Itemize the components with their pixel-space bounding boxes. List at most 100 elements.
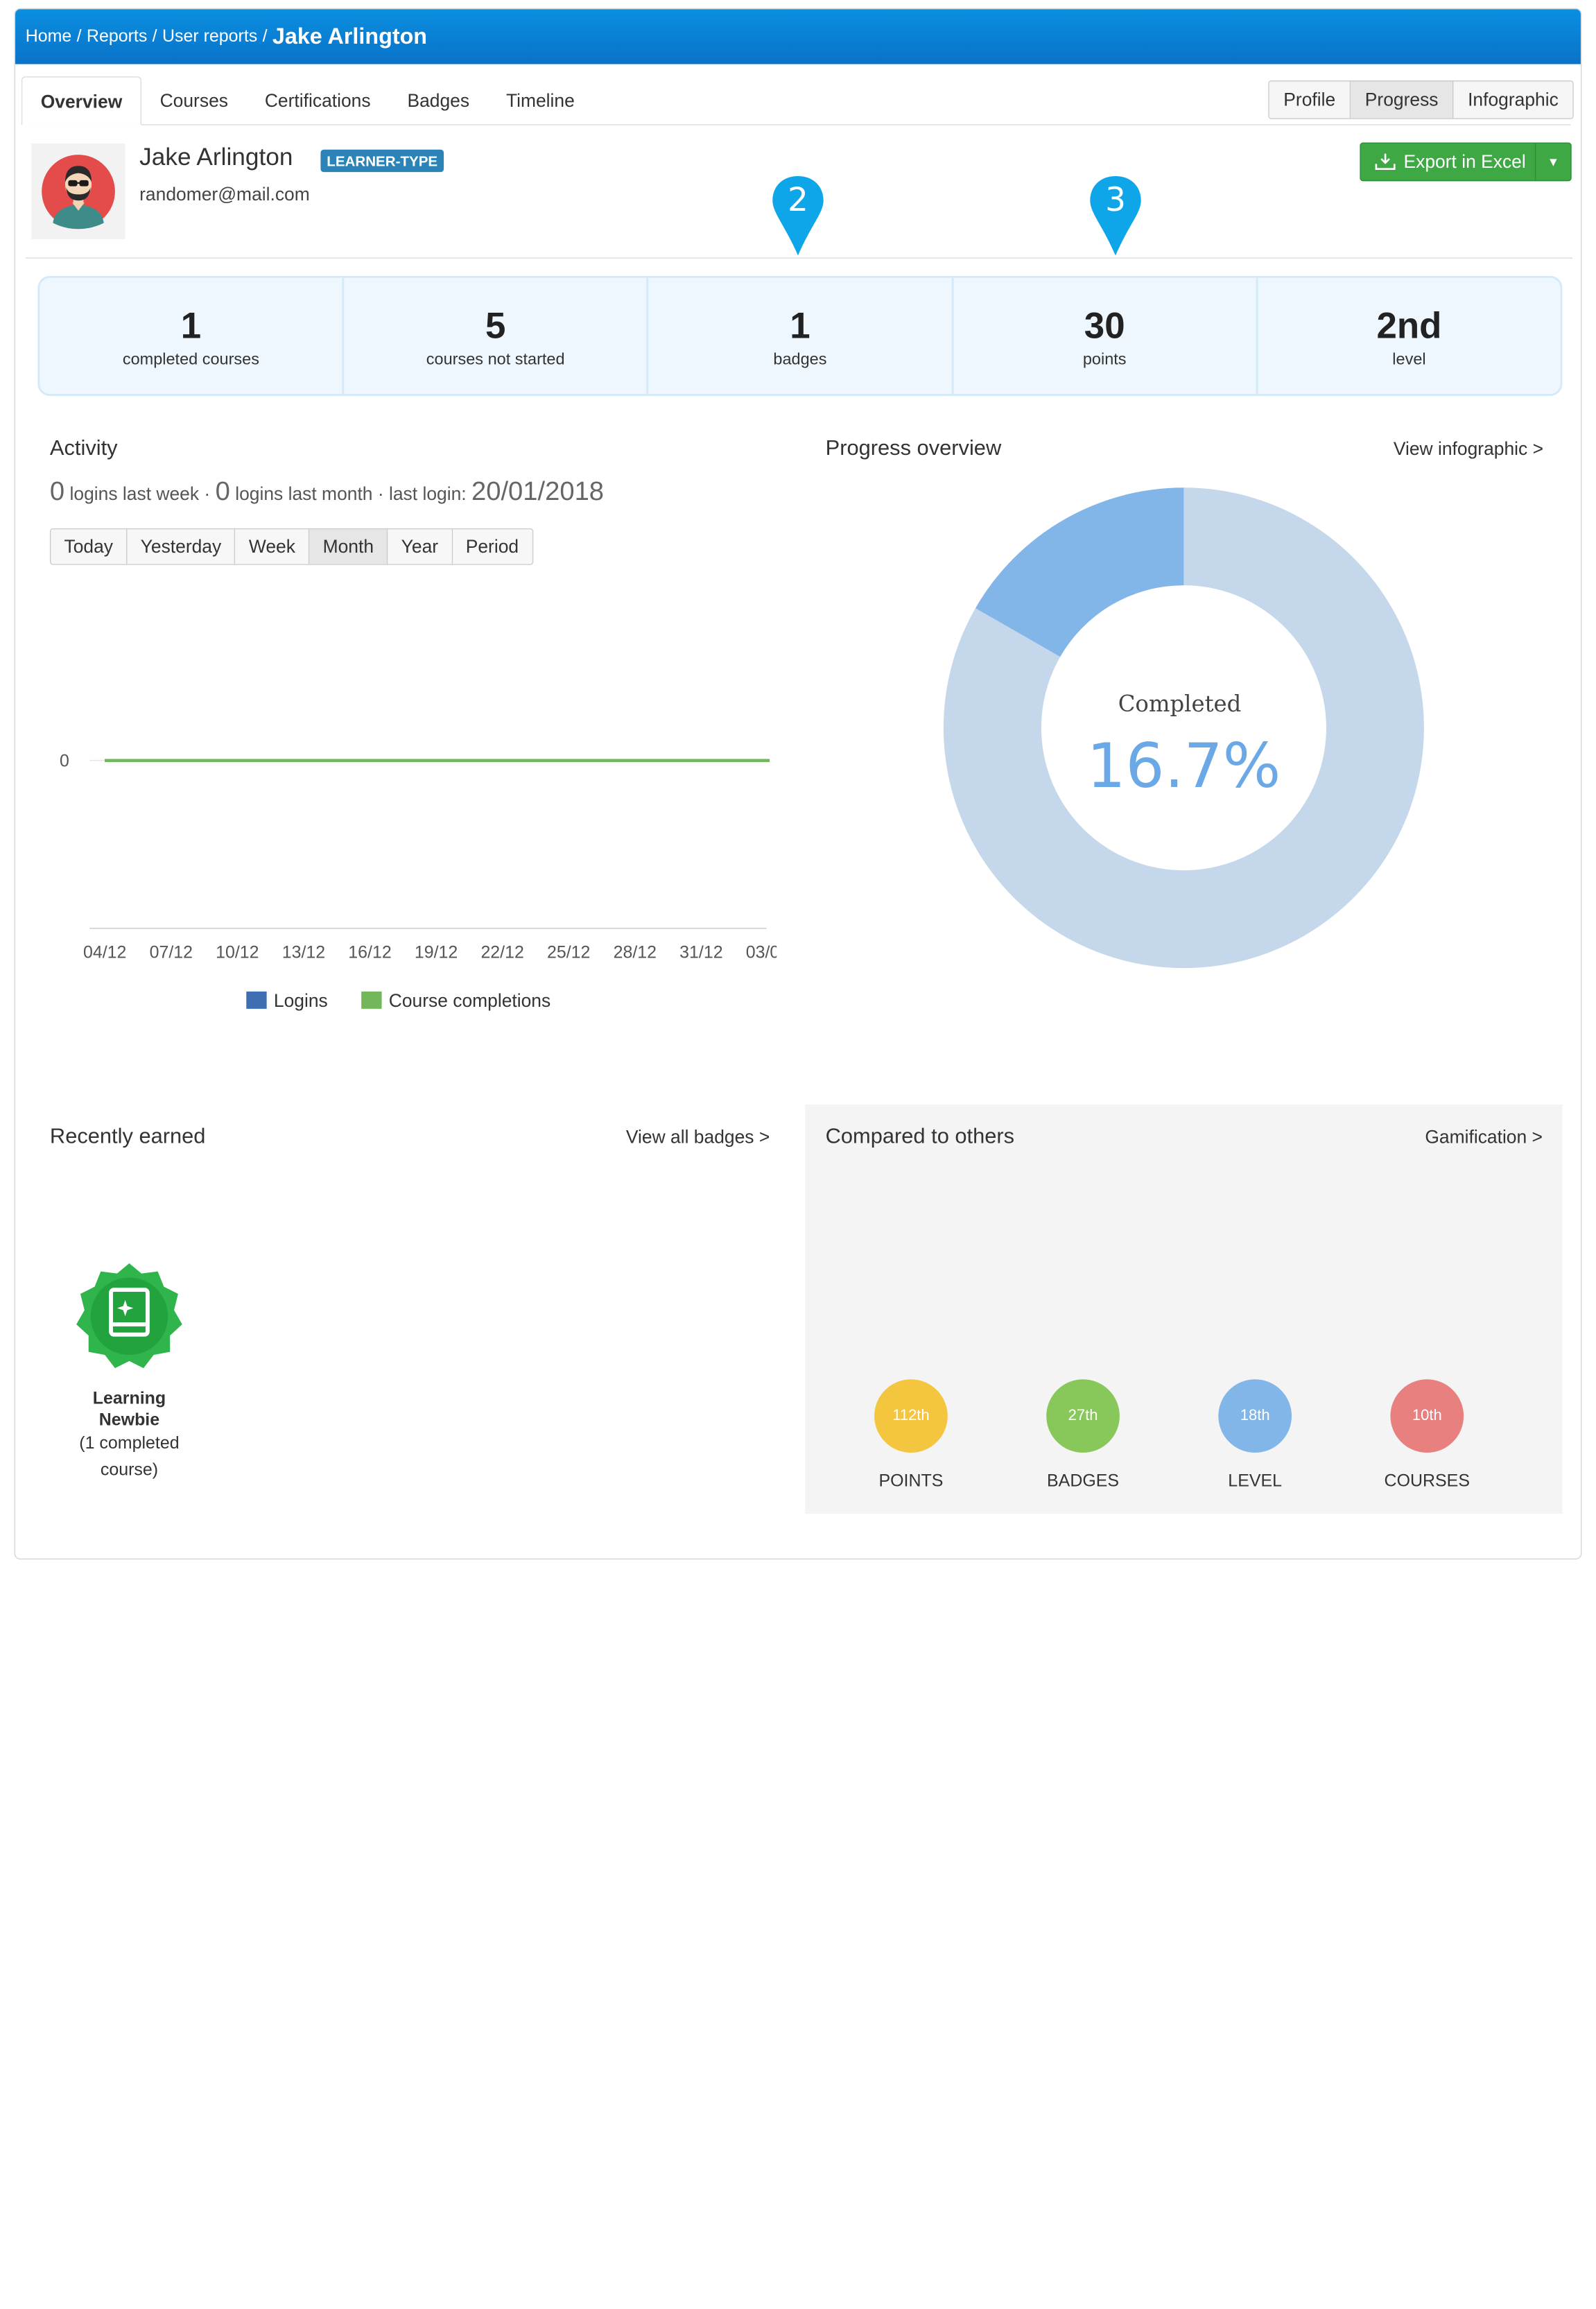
stat-value: 1 bbox=[180, 304, 202, 347]
export-excel-main[interactable]: Export in Excel bbox=[1361, 144, 1536, 180]
breadcrumb-separator: / bbox=[76, 26, 82, 46]
breadcrumb-reports[interactable]: Reports bbox=[87, 26, 147, 46]
marker-number: 3 bbox=[1105, 180, 1126, 219]
tab-certifications[interactable]: Certifications bbox=[246, 76, 389, 125]
tab-timeline[interactable]: Timeline bbox=[488, 76, 593, 125]
badge-learning-newbie[interactable]: Learning Newbie (1 completed course) bbox=[60, 1259, 199, 1483]
view-all-badges-link[interactable]: View all badges > bbox=[626, 1127, 770, 1148]
user-name: Jake Arlington bbox=[139, 144, 293, 171]
badge-name-line-2: Newbie bbox=[98, 1410, 160, 1430]
export-dropdown-toggle[interactable]: ▼ bbox=[1536, 155, 1570, 169]
rank-circle: 112th bbox=[874, 1379, 948, 1453]
breadcrumb-separator: / bbox=[262, 26, 268, 46]
legend-label-logins: Logins bbox=[274, 990, 328, 1011]
x-tick-label: 22/12 bbox=[480, 942, 523, 962]
donut-center-label: Completed bbox=[1118, 691, 1242, 717]
breadcrumb-home[interactable]: Home bbox=[26, 26, 72, 46]
stat-courses-not-started: 5 courses not started bbox=[345, 277, 649, 395]
stat-value: 30 bbox=[1084, 304, 1125, 347]
legend-swatch-course-completions bbox=[361, 991, 382, 1009]
stat-value: 1 bbox=[790, 304, 810, 347]
range-week-button[interactable]: Week bbox=[235, 529, 310, 564]
range-yesterday-button[interactable]: Yesterday bbox=[127, 529, 236, 564]
progress-view-button[interactable]: Progress bbox=[1351, 81, 1454, 119]
login-summary: 0 logins last week · 0 logins last month… bbox=[50, 476, 604, 508]
x-tick-label: 31/12 bbox=[679, 942, 722, 962]
x-tick-label: 16/12 bbox=[348, 942, 391, 962]
badge-name: Learning Newbie bbox=[60, 1387, 199, 1430]
compared-to-others-title: Compared to others bbox=[825, 1125, 1015, 1149]
legend-label-course-completions: Course completions bbox=[389, 990, 550, 1011]
export-excel-button[interactable]: Export in Excel ▼ bbox=[1360, 142, 1572, 182]
stat-label: points bbox=[1082, 351, 1127, 369]
view-infographic-link[interactable]: View infographic > bbox=[1394, 439, 1543, 460]
tab-courses[interactable]: Courses bbox=[141, 76, 246, 125]
x-tick-label: 04/12 bbox=[83, 942, 126, 962]
x-tick-label: 13/12 bbox=[282, 942, 325, 962]
profile-view-button[interactable]: Profile bbox=[1269, 81, 1351, 119]
rank-label: BADGES bbox=[1047, 1471, 1120, 1491]
stat-value: 2nd bbox=[1376, 304, 1442, 347]
logins-week-label: logins last week · bbox=[69, 483, 211, 504]
rank-label: COURSES bbox=[1384, 1471, 1470, 1491]
y-tick-label: 0 bbox=[60, 751, 69, 770]
range-period-button[interactable]: Period bbox=[452, 529, 532, 564]
x-tick-label: 07/12 bbox=[150, 942, 193, 962]
rank-level: 18th LEVEL bbox=[1183, 1379, 1326, 1491]
stat-label: badges bbox=[773, 351, 827, 369]
badge-seal-icon bbox=[76, 1263, 182, 1369]
tab-overview[interactable]: Overview bbox=[21, 76, 142, 126]
stat-level: 2nd level bbox=[1258, 278, 1560, 394]
badge-description-line-2: course) bbox=[100, 1460, 159, 1480]
recently-earned-title: Recently earned bbox=[49, 1125, 206, 1149]
header-bar: Home / Reports / User reports / Jake Arl… bbox=[15, 9, 1581, 64]
rank-circle: 18th bbox=[1218, 1379, 1292, 1453]
gamification-link[interactable]: Gamification > bbox=[1425, 1127, 1543, 1148]
range-today-button[interactable]: Today bbox=[51, 529, 128, 564]
rank-circle: 27th bbox=[1046, 1379, 1120, 1453]
profile-divider bbox=[25, 257, 1573, 259]
logins-month-count: 0 bbox=[215, 475, 230, 506]
avatar-image bbox=[42, 155, 115, 230]
x-tick-label: 10/12 bbox=[216, 942, 259, 962]
range-month-button[interactable]: Month bbox=[309, 529, 388, 564]
badge-description-line-1: (1 completed bbox=[79, 1433, 180, 1453]
rank-courses: 10th COURSES bbox=[1356, 1379, 1499, 1491]
stat-label: courses not started bbox=[426, 351, 565, 369]
page-title: Jake Arlington bbox=[272, 23, 428, 49]
rank-label: POINTS bbox=[878, 1471, 944, 1491]
infographic-view-button[interactable]: Infographic bbox=[1453, 81, 1573, 119]
x-tick-label: 19/12 bbox=[415, 942, 458, 962]
tab-bar: Overview Courses Certifications Badges T… bbox=[21, 76, 593, 126]
download-icon bbox=[1375, 153, 1396, 171]
stat-label: level bbox=[1392, 351, 1426, 369]
x-tick-label: 03/01 bbox=[746, 942, 777, 962]
x-tick-label: 25/12 bbox=[547, 942, 590, 962]
export-excel-label: Export in Excel bbox=[1403, 151, 1526, 172]
learner-type-badge: LEARNER-TYPE bbox=[320, 149, 444, 173]
badge-description: (1 completed course) bbox=[60, 1430, 199, 1483]
breadcrumb-separator: / bbox=[152, 26, 157, 46]
range-year-button[interactable]: Year bbox=[388, 529, 453, 564]
tab-badges[interactable]: Badges bbox=[389, 76, 487, 125]
activity-title: Activity bbox=[49, 436, 118, 460]
progress-donut-chart: Completed 16.7% bbox=[943, 487, 1424, 969]
stat-completed-courses: 1 completed courses bbox=[40, 277, 345, 395]
avatar bbox=[31, 144, 125, 240]
stat-points: 30 points bbox=[953, 277, 1258, 395]
progress-overview-title: Progress overview bbox=[825, 436, 1002, 460]
app-window: Home / Reports / User reports / Jake Arl… bbox=[14, 8, 1582, 1560]
stat-value: 5 bbox=[485, 304, 506, 347]
activity-line-chart: 0 04/12 07/12 10/12 13/12 16/12 19/12 22/12 25/… bbox=[60, 751, 777, 1011]
marker-number: 2 bbox=[788, 180, 808, 219]
date-range-selector: Today Yesterday Week Month Year Period bbox=[49, 528, 533, 565]
stat-badges: 1 badges bbox=[649, 277, 954, 395]
stats-bar: 1 completed courses 5 courses not starte… bbox=[37, 275, 1563, 397]
stat-label: completed courses bbox=[122, 351, 259, 369]
breadcrumb-user-reports[interactable]: User reports bbox=[162, 26, 257, 46]
logins-week-count: 0 bbox=[49, 475, 65, 506]
badge-name-line-1: Learning bbox=[92, 1388, 166, 1408]
rank-circle: 10th bbox=[1390, 1379, 1464, 1453]
x-tick-label: 28/12 bbox=[614, 942, 657, 962]
rank-badges: 27th BADGES bbox=[1012, 1379, 1154, 1491]
